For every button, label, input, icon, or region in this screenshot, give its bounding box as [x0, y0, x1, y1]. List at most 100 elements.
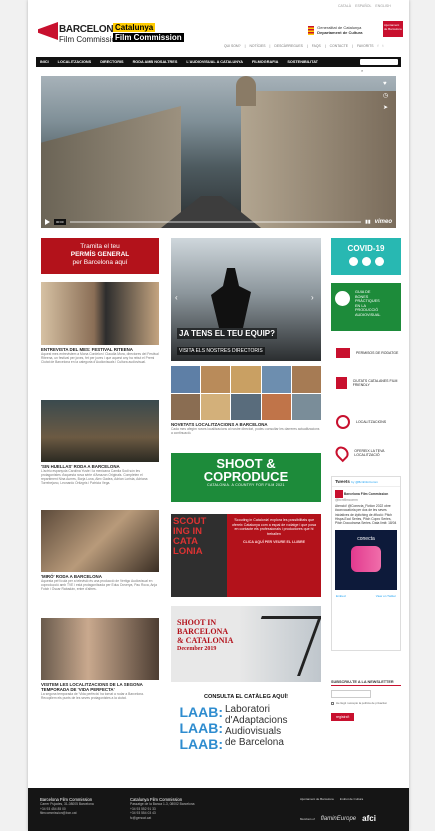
sin-huellas-photo[interactable]: [41, 400, 159, 462]
conecta-title: conecta: [357, 536, 375, 543]
tweets-by[interactable]: by @BcnFilmComm: [351, 480, 378, 484]
lang-en[interactable]: ENGLISH: [375, 4, 390, 8]
facebook-icon[interactable]: f: [377, 44, 378, 48]
topnav-downloads[interactable]: DESCÀRREGUES: [274, 44, 302, 48]
laab-block[interactable]: CONSULTA EL CATÀLEG AQUÍ! LAAB: LAAB: LAAB…: [171, 694, 321, 774]
shoot-coproduce-banner[interactable]: SHOOT & COPRODUCE CATALONIA. A COUNTRY F…: [171, 453, 321, 502]
footer-cat-email[interactable]: fc@gencat.cat: [130, 816, 195, 820]
footer-film-europe[interactable]: flaminEurope: [321, 816, 356, 822]
directories-slider[interactable]: ‹ › JA TENS EL TEU EQUIP? VISITA ELS NOS…: [171, 238, 321, 361]
nav-audiovisual[interactable]: L'AUDIOVISUAL A CATALUNYA: [186, 60, 243, 64]
newsletter: SUBSCRIU-TE A LA NEWSLETTER He llegit i …: [331, 680, 401, 723]
share-icon[interactable]: ➤: [383, 104, 388, 111]
slider-next-icon[interactable]: ›: [311, 293, 314, 302]
topnav-favorites[interactable]: FAVORITS: [357, 44, 374, 48]
laab-2: d'Adaptacions: [225, 715, 288, 726]
locations-mosaic[interactable]: [171, 366, 321, 420]
news-text-2: L'actriu espanyola Carolina Yuste i la m…: [41, 469, 148, 485]
guide-icon: [335, 291, 350, 306]
newsletter-email[interactable]: [331, 690, 371, 698]
shoot-line3: CATALONIA. A COUNTRY FOR FILM 2021: [207, 483, 285, 487]
slider-title: JA TENS EL TEU EQUIP?: [177, 328, 278, 339]
nav-directories[interactable]: DIRECTORIS: [100, 60, 123, 64]
news-text-4: La segona temporada de 'Vida perfecta' h…: [41, 692, 144, 700]
building-icon: [336, 377, 347, 389]
scouting-banner[interactable]: SCOUT ING IN CATA LONIA 'Scouting in Cat…: [171, 514, 321, 597]
ajuntament-logo[interactable]: Ajuntament de Barcelona: [383, 21, 403, 37]
shoot-bcn-3: & CATALONIA: [177, 636, 234, 645]
news-text-1: Aquest mes entrevistem a Mona Cordelon i…: [41, 352, 159, 364]
heart-icon[interactable]: ♥: [383, 81, 388, 87]
nav-shoot-with-us[interactable]: RODA AMB NOSALTRES: [133, 60, 178, 64]
gencat-logo[interactable]: Generalitat de Catalunya Departament de …: [308, 25, 362, 35]
covid-banner[interactable]: COVID-19: [331, 238, 401, 275]
footer-bcn: Barcelona Film Commission Carrer Pujades…: [40, 797, 94, 816]
footer-icub[interactable]: Institut de Cultura: [340, 797, 364, 801]
footer-bcn-email[interactable]: filmcommission@bcn.cat: [40, 811, 94, 815]
permit-banner[interactable]: Tramita el teu PERMÍS GENERAL per Barcel…: [41, 238, 159, 274]
logo-subtitle[interactable]: Film Commission: [59, 35, 120, 44]
video-side-icons: ♥ ◷ ➤: [383, 81, 388, 111]
slider-subtitle: VISITA ELS NOSTRES DIRECTORIS: [177, 347, 265, 355]
clock-icon[interactable]: ◷: [383, 92, 388, 99]
footer-ajuntament[interactable]: Ajuntament de Barcelona: [300, 797, 334, 801]
video-controls: 00:00 ▮▮ vimeo: [41, 216, 396, 228]
shoot-line1: SHOOT &: [216, 456, 276, 471]
tw-view[interactable]: View on Twitter: [376, 594, 396, 598]
topnav-about[interactable]: QUI SOM?: [224, 44, 241, 48]
vida-perfecta-photo[interactable]: [41, 618, 159, 680]
check-icon: [348, 257, 358, 266]
logo-title[interactable]: BARCELONA: [59, 24, 120, 35]
newsletter-checkbox[interactable]: [331, 701, 334, 705]
good-practices-guide[interactable]: GUIA DE BONES PRÀCTIQUES EN LA PRODUCCIÓ…: [331, 283, 401, 331]
lang-ca[interactable]: CATALÀ: [338, 4, 351, 8]
permits-link[interactable]: PERMISOS DE RODATGE: [336, 348, 398, 358]
logo-film-commission[interactable]: Film Commission: [113, 33, 184, 42]
locations-label: LOCALITZACIONS: [356, 420, 387, 424]
shoot-line2: COPRODUCE: [203, 469, 289, 484]
map-pin-plus-icon: [332, 443, 352, 463]
topnav-contact[interactable]: CONTACTE: [330, 44, 348, 48]
offer-location-link[interactable]: OFEREIX LA TEVA LOCALITZACIÓ: [332, 443, 401, 463]
nav-locations[interactable]: LOCALITZACIONS: [58, 60, 92, 64]
locations-news: NOVETATS LOCALITZACIONS A BARCELONA Cada…: [171, 422, 321, 435]
twitter-icon[interactable]: t: [382, 44, 383, 48]
nav-sustainability[interactable]: SOSTENIBILITAT: [287, 60, 318, 64]
footer-cat: Catalunya Film Commission Passatge de la…: [130, 797, 195, 820]
conecta-card[interactable]: conecta: [335, 530, 397, 591]
footer-partner-logos: Ajuntament de Barcelona Institut de Cult…: [300, 797, 363, 801]
tweets-label: Tweets: [335, 479, 350, 484]
shoot-barcelona-banner[interactable]: SHOOT IN BARCELONA & CATALONIA December …: [171, 606, 321, 682]
play-icon[interactable]: [45, 219, 50, 225]
video-progress[interactable]: [69, 221, 362, 223]
tw-embed[interactable]: Embed: [336, 594, 346, 598]
bcn-logo-mark-icon[interactable]: [38, 22, 58, 40]
news-item-3: 'MIRÓ' RODA A BARCELONA Aquesta pel·lícu…: [41, 574, 159, 591]
shoot-bcn-4: December 2019: [177, 646, 217, 652]
scout-cta[interactable]: CLICA AQUÍ PER VEURE EL LLIBRE: [231, 540, 317, 545]
locations-link[interactable]: LOCALITZACIONS: [336, 415, 386, 429]
search-input[interactable]: ⌕: [360, 59, 398, 73]
vimeo-logo[interactable]: vimeo: [375, 219, 392, 225]
nav-filmography[interactable]: FILMOGRAFIA: [252, 60, 278, 64]
topnav-faqs[interactable]: FAQS: [312, 44, 321, 48]
film-friendly-link[interactable]: CIUTATS CATALANES FILM FRIENDLY: [336, 377, 401, 389]
guide-line6: AUDIOVISUAL: [355, 312, 381, 317]
interview-photo[interactable]: [41, 282, 159, 345]
hero-video[interactable]: ♥ ◷ ➤ 00:00 ▮▮ vimeo: [41, 76, 396, 228]
crosshair-icon: [336, 415, 350, 429]
news-item-4: VISITEM LES LOCALITZACIONS DE LA SEGONA …: [41, 682, 159, 700]
tw-avatar[interactable]: [335, 490, 343, 498]
slider-prev-icon[interactable]: ‹: [175, 293, 178, 302]
footer-afci[interactable]: afci: [362, 814, 376, 823]
permits-label: PERMISOS DE RODATGE: [356, 351, 399, 355]
volume-icon[interactable]: ▮▮: [365, 219, 371, 225]
nav-home[interactable]: INICI: [40, 60, 49, 64]
logo-catalunya[interactable]: Catalunya: [113, 23, 156, 32]
tw-account[interactable]: Barcelona Film Commission: [344, 492, 388, 496]
miro-photo[interactable]: [41, 510, 159, 572]
register-button[interactable]: registra't: [331, 713, 355, 721]
lang-es[interactable]: ESPAÑOL: [355, 4, 371, 8]
topnav-news[interactable]: NOTÍCIES: [249, 44, 265, 48]
news-title-4[interactable]: VISITEM LES LOCALITZACIONS DE LA SEGONA …: [41, 682, 159, 692]
